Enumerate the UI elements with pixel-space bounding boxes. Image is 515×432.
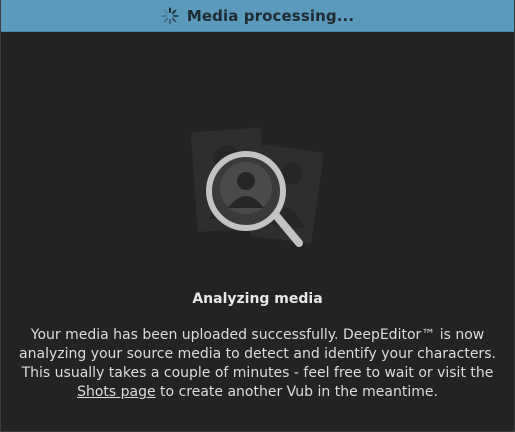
status-description: Your media has been uploaded successfull…	[1, 326, 514, 402]
header-title: Media processing...	[186, 6, 355, 25]
media-processing-dialog: Media processing... Analyzing media Your…	[0, 0, 515, 432]
description-line-3: This usually takes a couple of minutes -…	[21, 365, 494, 381]
description-line-4: Shots page to create another Vub in the …	[1, 383, 514, 402]
description-line-1: Your media has been uploaded successfull…	[30, 327, 485, 343]
magnifier-over-portraits-icon	[190, 127, 324, 247]
description-line-2: analyzing your source media to detect an…	[19, 346, 496, 362]
processing-header: Media processing...	[1, 0, 514, 32]
spinner-icon	[161, 7, 179, 25]
shots-page-link[interactable]: Shots page	[77, 384, 156, 400]
description-line-4-suffix: to create another Vub in the meantime.	[155, 384, 438, 400]
status-title: Analyzing media	[192, 291, 323, 307]
